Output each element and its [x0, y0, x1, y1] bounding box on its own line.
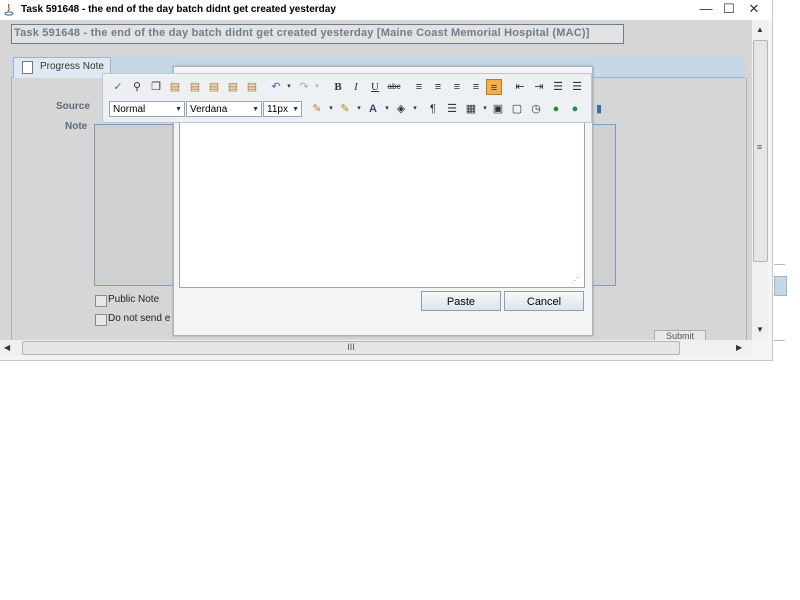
insert-link-icon[interactable]: ● — [548, 101, 564, 117]
paste-button[interactable]: Paste — [421, 291, 501, 311]
spellcheck-icon[interactable]: ✓ — [110, 79, 126, 95]
note-textarea[interactable] — [94, 124, 176, 286]
spell-dictionary-icon[interactable]: ▮ — [591, 101, 607, 117]
indent-icon[interactable]: ⇥ — [531, 79, 547, 95]
paste-icon[interactable]: ▤ — [167, 79, 183, 95]
grip-icon: III — [347, 342, 355, 352]
find-replace-icon[interactable]: ⚲ — [129, 79, 145, 95]
justify-none-icon[interactable]: ≡ — [486, 79, 502, 95]
outdent-icon[interactable]: ⇤ — [512, 79, 528, 95]
redo-dropdown-icon[interactable]: ▾ — [309, 79, 325, 95]
grip-icon: ≡ — [756, 142, 763, 152]
java-app-icon — [4, 4, 14, 16]
source-label: Source — [56, 101, 90, 112]
note-label: Note — [65, 121, 88, 132]
paste-word-icon[interactable]: ▤ — [187, 79, 203, 95]
paragraph-format-select[interactable]: Normal ▼ — [109, 101, 185, 117]
scroll-up-arrow-icon[interactable]: ▲ — [752, 22, 768, 38]
window-title: Task 591648 - the end of the day batch d… — [21, 4, 336, 15]
paragraph-mark-icon[interactable]: ¶ — [425, 101, 441, 117]
background-window-edge — [774, 264, 785, 265]
insert-image-icon[interactable]: ▣ — [490, 101, 506, 117]
align-right-icon[interactable]: ≡ — [449, 79, 465, 95]
bold-icon[interactable]: B — [330, 79, 346, 95]
insert-date-icon[interactable]: ◷ — [528, 101, 544, 117]
italic-icon[interactable]: I — [348, 79, 364, 95]
justify-icon[interactable]: ≡ — [468, 79, 484, 95]
note-textarea-edge — [590, 124, 616, 286]
line-spacing-icon[interactable]: ☰ — [444, 101, 460, 117]
scroll-right-arrow-icon[interactable]: ▶ — [736, 340, 750, 356]
resize-grip-icon[interactable]: ⋰ — [571, 276, 581, 285]
paste-plain-icon[interactable]: ▤ — [244, 79, 260, 95]
paste-html-icon[interactable]: ▤ — [225, 79, 241, 95]
font-size-value: 11px — [267, 104, 288, 115]
underline-icon[interactable]: U — [367, 79, 383, 95]
close-button[interactable]: ✕ — [746, 2, 762, 16]
chevron-down-icon: ▼ — [252, 106, 259, 113]
scroll-down-arrow-icon[interactable]: ▼ — [752, 322, 768, 338]
align-center-icon[interactable]: ≡ — [430, 79, 446, 95]
cancel-button[interactable]: Cancel — [504, 291, 584, 311]
font-family-value: Verdana — [190, 104, 228, 115]
background-window-edge — [774, 340, 785, 341]
highlight-dropdown-icon[interactable]: ▾ — [407, 101, 423, 117]
background-window-tab — [774, 276, 787, 296]
align-left-icon[interactable]: ≡ — [411, 79, 427, 95]
paste-text-icon[interactable]: ▤ — [206, 79, 222, 95]
chevron-down-icon: ▼ — [292, 106, 299, 113]
remove-link-icon[interactable]: ● — [567, 101, 583, 117]
task-header-title: Task 591648 - the end of the day batch d… — [14, 27, 590, 39]
public-note-label: Public Note — [108, 294, 160, 305]
minimize-button[interactable]: — — [698, 2, 714, 16]
do-not-send-checkbox[interactable] — [95, 314, 107, 326]
tab-progress-note-label: Progress Note — [40, 61, 104, 72]
paragraph-format-value: Normal — [113, 104, 146, 115]
bulleted-list-icon[interactable]: ☰ — [569, 79, 585, 95]
chevron-down-icon: ▼ — [175, 106, 182, 113]
copy-icon[interactable]: ❐ — [148, 79, 164, 95]
paste-textarea[interactable] — [179, 118, 585, 288]
strikethrough-icon[interactable]: abc — [386, 79, 402, 95]
maximize-button[interactable]: ☐ — [721, 2, 737, 16]
font-family-select[interactable]: Verdana ▼ — [186, 101, 262, 117]
font-size-select[interactable]: 11px ▼ — [263, 101, 302, 117]
scroll-left-arrow-icon[interactable]: ◀ — [4, 340, 18, 356]
document-icon — [22, 61, 33, 74]
undo-dropdown-icon[interactable]: ▾ — [281, 79, 297, 95]
do-not-send-label: Do not send e — [108, 313, 171, 324]
insert-symbol-icon[interactable]: ▢ — [509, 101, 525, 117]
public-note-checkbox[interactable] — [95, 295, 107, 307]
numbered-list-icon[interactable]: ☰ — [550, 79, 566, 95]
